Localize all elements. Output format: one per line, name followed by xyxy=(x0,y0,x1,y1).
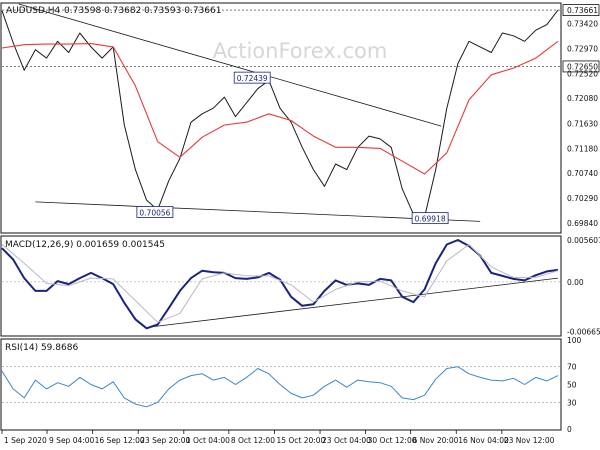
ohlc-label: 0.73598 0.73682 0.73593 0.73661 xyxy=(64,6,221,16)
y-tick-label: 0.70740 xyxy=(567,169,598,178)
y-tick-label: 50 xyxy=(567,381,577,390)
x-tick-label: 30 Oct 12:00 xyxy=(368,436,417,445)
y-tick-label: 100 xyxy=(567,336,582,345)
y-tick-label: 70 xyxy=(567,363,577,372)
price-panel: ActionForex.com AUDUSD,H4 0.73598 0.7368… xyxy=(0,2,600,234)
macd-panel: MACD(12,26,9) 0.001659 0.001545 0.005607… xyxy=(0,235,600,337)
rsi-panel: RSI(14) 59.8686 100 70 50 30 0 xyxy=(0,336,582,434)
y-tick-label: 0.70290 xyxy=(567,194,598,203)
y-tick-label: 30 xyxy=(567,398,577,407)
x-tick-label: 8 Oct 12:00 xyxy=(231,436,275,445)
y-tick-label: 0.005607 xyxy=(567,236,600,245)
chart-root: ActionForex.com AUDUSD,H4 0.73598 0.7368… xyxy=(0,2,600,445)
rsi-title: RSI(14) 59.8686 xyxy=(5,343,78,353)
price-annotation-label: 0.69918 xyxy=(415,215,446,224)
x-tick-label: 16 Nov 04:00 xyxy=(458,436,509,445)
x-tick-label: 23 Nov 12:00 xyxy=(504,436,555,445)
macd-title: MACD(12,26,9) 0.001659 0.001545 xyxy=(5,240,165,250)
x-tick-label: 9 Sep 04:00 xyxy=(49,436,95,445)
x-tick-label: 6 Nov 20:00 xyxy=(413,436,459,445)
rsi-panel-frame xyxy=(0,338,562,431)
y-tick-label: 0.72520 xyxy=(567,70,598,79)
y-tick-label: 0.69840 xyxy=(567,219,598,228)
y-tick-label: 0.73420 xyxy=(567,20,598,29)
watermark: ActionForex.com xyxy=(213,39,388,63)
x-tick-label: 23 Oct 04:00 xyxy=(322,436,371,445)
y-tick-label: 0.00 xyxy=(567,278,584,287)
x-tick-label: 1 Oct 04:00 xyxy=(186,436,230,445)
y-tick-label: 0.72080 xyxy=(567,94,598,103)
price-annotation-label: 0.70056 xyxy=(139,208,170,217)
macd-panel-frame xyxy=(0,235,562,337)
x-tick-label: 16 Sep 12:00 xyxy=(95,436,145,445)
symbol-label: AUDUSD,H4 xyxy=(6,6,61,16)
y-tick-label: 0.71630 xyxy=(567,119,598,128)
y-tick-label: 0 xyxy=(567,425,572,434)
price-annotation-label: 0.72439 xyxy=(237,74,268,83)
y-tick-label: 0.73661 xyxy=(567,6,598,15)
x-axis: 1 Sep 2020 9 Sep 04:00 16 Sep 12:0023 Sep … xyxy=(1,430,555,445)
y-tick-label: 0.72970 xyxy=(567,45,598,54)
y-tick-label: 0.71180 xyxy=(567,144,598,153)
x-tick-label: 23 Sep 20:00 xyxy=(140,436,190,445)
x-tick-label: 15 Oct 20:00 xyxy=(276,436,325,445)
x-tick-label: 1 Sep 2020 xyxy=(4,436,47,445)
